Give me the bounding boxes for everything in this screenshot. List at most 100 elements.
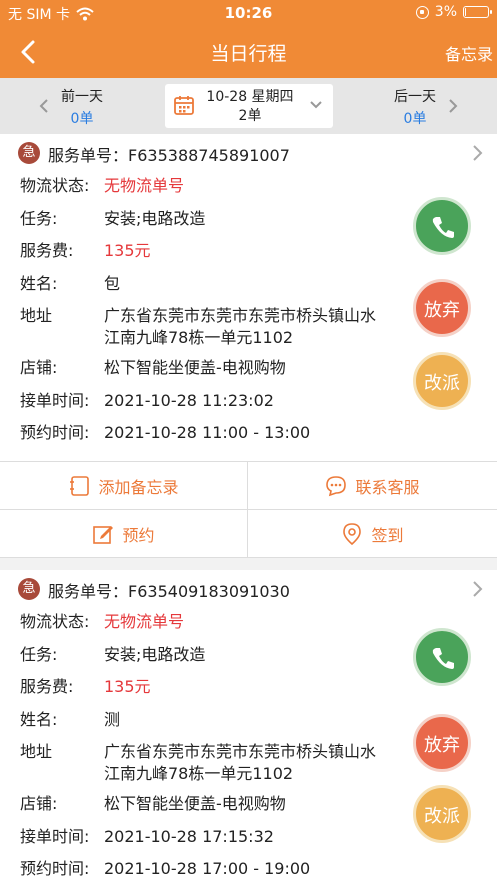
name-label: 姓名:	[20, 274, 58, 293]
logistics-value: 无物流单号	[104, 612, 185, 631]
memo-button[interactable]: 备忘录	[445, 41, 493, 65]
shop-label: 店铺:	[20, 794, 58, 813]
name-value: 包	[104, 274, 121, 293]
call-button[interactable]	[413, 197, 471, 255]
address-label: 地址	[20, 742, 53, 761]
appoint-time-value: 2021-10-28 11:00 - 13:00	[104, 423, 311, 442]
orientation-lock-icon	[415, 5, 429, 19]
logistics-row: 物流状态: 无物流单号	[20, 175, 394, 197]
logistics-label: 物流状态:	[20, 612, 90, 631]
phone-icon	[432, 648, 454, 669]
service-number: 服务单号：F635409183091030	[48, 578, 290, 602]
contact-service-button[interactable]: 联系客服	[248, 462, 497, 510]
shop-value: 松下智能坐便盖-电视购物	[104, 358, 286, 377]
logistics-value: 无物流单号	[104, 176, 185, 195]
call-button[interactable]	[413, 628, 471, 686]
location-pin-icon	[343, 522, 362, 545]
logistics-row: 物流状态: 无物流单号	[20, 611, 394, 633]
appoint-time-label: 预约时间:	[20, 423, 90, 442]
appoint-time-row: 预约时间: 2021-10-28 17:00 - 19:00	[20, 858, 394, 880]
phone-icon	[432, 217, 454, 238]
urgent-badge: 急	[18, 578, 40, 600]
date-label: 10-28 星期四	[206, 89, 294, 105]
date-count: 2单	[238, 108, 262, 124]
chevron-down-icon	[310, 101, 322, 109]
prev-day-count: 0单	[70, 111, 94, 127]
appoint-time-value: 2021-10-28 17:00 - 19:00	[104, 859, 311, 878]
address-value: 广东省东莞市东莞市东莞市桥头镇山水江南九峰78栋一单元1102	[104, 306, 377, 347]
contact-service-label: 联系客服	[355, 477, 420, 497]
check-in-label: 签到	[371, 525, 404, 545]
order-card: 急 服务单号：F635388745891007 物流状态: 无物流单号 任务: 安装…	[0, 134, 497, 558]
edit-icon	[93, 525, 114, 544]
give-up-button[interactable]: 放弃	[413, 279, 471, 337]
chevron-right-icon	[473, 581, 483, 597]
appoint-time-row: 预约时间: 2021-10-28 11:00 - 13:00	[20, 422, 394, 444]
fee-label: 服务费:	[20, 241, 74, 260]
date-bar: 前一天 0单 10-28 星期四 2单 后一天 0单	[0, 78, 497, 134]
address-row: 地址 广东省东莞市东莞市东莞市桥头镇山水江南九峰78栋一单元1102	[20, 305, 382, 349]
fee-value: 135元	[104, 241, 151, 260]
shop-label: 店铺:	[20, 358, 58, 377]
prev-day-button[interactable]: 前一天 0单	[22, 86, 142, 128]
calendar-icon	[174, 96, 194, 115]
appoint-label: 预约	[122, 525, 155, 545]
order-card: 急 服务单号：F635409183091030 物流状态: 无物流单号 任务: 安装…	[0, 570, 497, 883]
order-header[interactable]: 急 服务单号：F635409183091030	[0, 570, 497, 606]
appoint-button[interactable]: 预约	[0, 510, 248, 558]
battery-fill	[465, 8, 466, 16]
urgent-badge: 急	[18, 142, 40, 164]
service-no-label: 服务单号：	[48, 582, 129, 601]
check-in-button[interactable]: 签到	[248, 510, 497, 558]
fee-value: 135元	[104, 677, 151, 696]
date-text: 10-28 星期四 2单	[195, 88, 305, 126]
logistics-label: 物流状态:	[20, 176, 90, 195]
nav-bar: 当日行程 备忘录	[0, 26, 497, 78]
name-label: 姓名:	[20, 710, 58, 729]
page-title: 当日行程	[210, 43, 287, 65]
service-no-value: F635388745891007	[128, 146, 290, 165]
date-picker[interactable]: 10-28 星期四 2单	[165, 84, 333, 128]
task-value: 安装;电路改造	[104, 209, 206, 228]
chat-icon	[326, 475, 347, 496]
task-label: 任务:	[20, 209, 58, 228]
add-memo-button[interactable]: 添加备忘录	[0, 462, 248, 510]
task-row: 任务: 安装;电路改造	[20, 208, 394, 230]
service-number: 服务单号：F635388745891007	[48, 142, 290, 166]
fee-label: 服务费:	[20, 677, 74, 696]
add-memo-label: 添加备忘录	[98, 477, 179, 497]
task-value: 安装;电路改造	[104, 645, 206, 664]
shop-value: 松下智能坐便盖-电视购物	[104, 794, 286, 813]
accept-time-value: 2021-10-28 11:23:02	[104, 391, 274, 410]
appoint-time-label: 预约时间:	[20, 859, 90, 878]
task-label: 任务:	[20, 645, 58, 664]
accept-time-label: 接单时间:	[20, 827, 90, 846]
reassign-button[interactable]: 改派	[413, 785, 471, 843]
name-row: 姓名: 包	[20, 273, 394, 295]
address-label: 地址	[20, 306, 53, 325]
top-bar: 无 SIM 卡 10:26 3% 当日行程 备忘录	[0, 0, 497, 78]
order-header[interactable]: 急 服务单号：F635388745891007	[0, 134, 497, 170]
chevron-right-icon	[473, 145, 483, 161]
shop-row: 店铺: 松下智能坐便盖-电视购物	[20, 793, 394, 815]
reassign-button[interactable]: 改派	[413, 352, 471, 410]
order-actions: 添加备忘录 联系客服 预约 签到	[0, 461, 497, 558]
prev-day-label: 前一天	[61, 89, 103, 105]
status-bar: 无 SIM 卡 10:26 3%	[0, 0, 497, 26]
accept-time-label: 接单时间:	[20, 391, 90, 410]
give-up-button[interactable]: 放弃	[413, 714, 471, 772]
name-value: 测	[104, 710, 121, 729]
accept-time-row: 接单时间: 2021-10-28 11:23:02	[20, 390, 394, 412]
fee-row: 服务费: 135元	[20, 676, 394, 698]
battery-percent: 3%	[434, 4, 457, 20]
service-no-label: 服务单号：	[48, 146, 129, 165]
fee-row: 服务费: 135元	[20, 240, 394, 262]
shop-row: 店铺: 松下智能坐便盖-电视购物	[20, 357, 394, 379]
address-row: 地址 广东省东莞市东莞市东莞市桥头镇山水江南九峰78栋一单元1102	[20, 741, 382, 785]
service-no-value: F635409183091030	[128, 582, 290, 601]
memo-icon	[70, 475, 90, 496]
chevron-right-icon	[449, 99, 458, 113]
accept-time-row: 接单时间: 2021-10-28 17:15:32	[20, 826, 394, 848]
task-row: 任务: 安装;电路改造	[20, 644, 394, 666]
name-row: 姓名: 测	[20, 709, 394, 731]
